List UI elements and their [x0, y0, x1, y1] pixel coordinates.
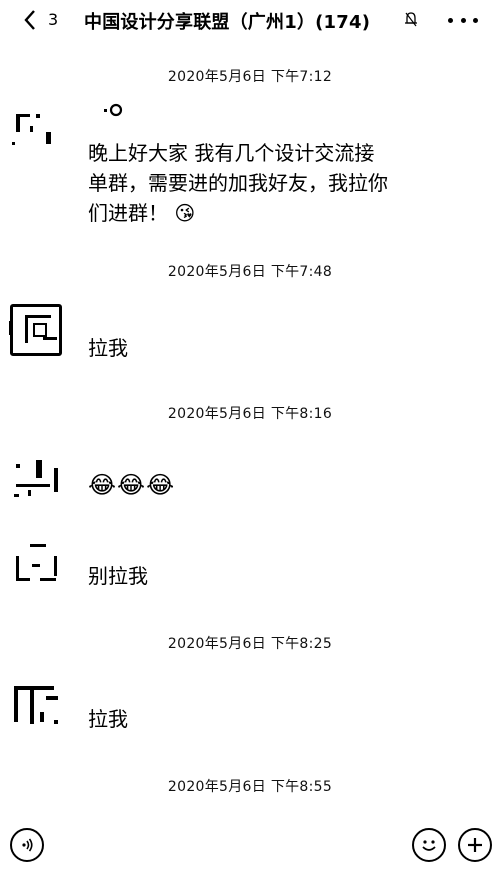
avatar[interactable]	[10, 540, 62, 592]
plus-icon	[468, 838, 482, 852]
kiss-emoji: 😘	[174, 201, 196, 225]
avatar[interactable]	[10, 676, 62, 728]
avatar[interactable]	[10, 104, 62, 156]
back-button[interactable]	[18, 8, 42, 32]
avatar[interactable]	[9, 304, 62, 356]
bell-off-icon	[405, 12, 417, 27]
chevron-left-icon	[24, 10, 35, 30]
loading-icon	[104, 103, 123, 117]
timestamp: 2020年5月6日 下午8:25	[167, 636, 333, 652]
voice-button[interactable]	[10, 828, 44, 862]
message-line: 单群，需要进的加我好友，我拉你	[88, 171, 388, 195]
more-dot	[460, 17, 466, 23]
unread-count: 3	[48, 10, 59, 29]
more-button[interactable]	[448, 10, 478, 30]
message-line: 们进群！ 😘	[88, 201, 196, 225]
message-text: 拉我	[88, 707, 128, 731]
message-text: 晚上好大家 我有几个设计交流接 单群，需要进的加我好友，我拉你 们进群！ 😘	[88, 138, 388, 228]
more-dot	[473, 17, 478, 23]
message-text: 拉我	[88, 336, 128, 360]
chat-title: 中国设计分享联盟（广州1）(174)	[84, 12, 371, 33]
timestamp: 2020年5月6日 下午8:55	[167, 779, 333, 795]
message-emoji: 😂😂😂	[88, 471, 176, 499]
message-line: 晚上好大家 我有几个设计交流接	[88, 141, 375, 165]
chat-header: 3 中国设计分享联盟（广州1）(174)	[0, 0, 500, 40]
plus-button[interactable]	[458, 828, 492, 862]
input-bar	[0, 816, 500, 876]
timestamp: 2020年5月6日 下午7:48	[167, 264, 333, 280]
voice-icon	[22, 838, 33, 852]
emoji-button[interactable]	[412, 828, 446, 862]
more-dot	[448, 17, 453, 23]
avatar[interactable]	[10, 458, 62, 510]
timestamp: 2020年5月6日 下午8:16	[167, 406, 333, 422]
timestamp: 2020年5月6日 下午7:12	[167, 69, 333, 85]
message-text: 别拉我	[88, 564, 148, 588]
smiley-icon	[422, 840, 436, 851]
